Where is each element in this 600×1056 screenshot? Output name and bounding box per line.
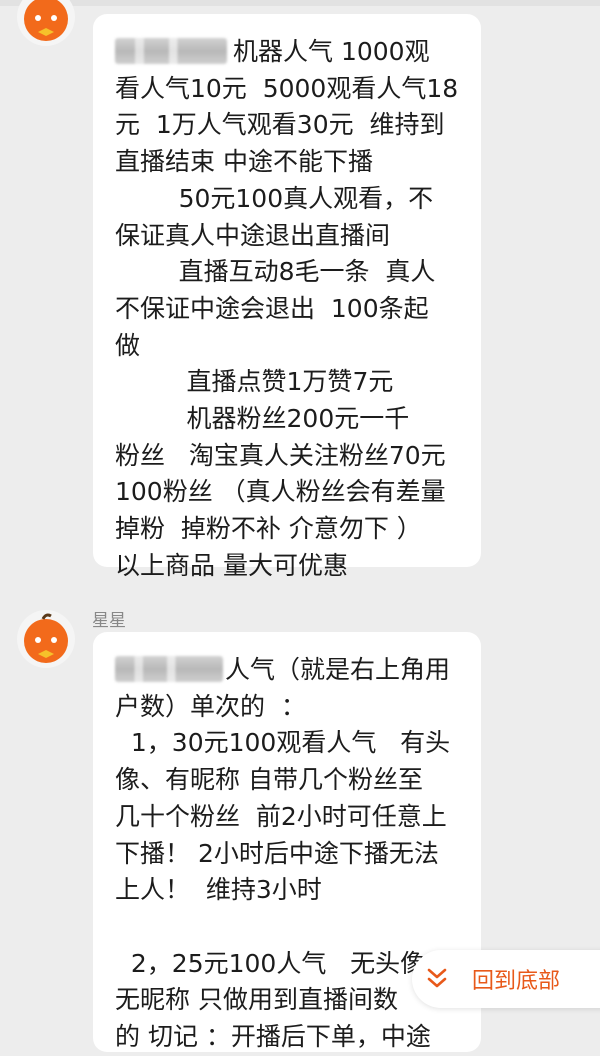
- message-line: 100粉丝 （真人粉丝会有差量: [115, 477, 446, 507]
- avatar[interactable]: [17, 610, 75, 668]
- message-line: 掉粉 掉粉不补 介意勿下 ）: [115, 514, 422, 544]
- blurred-text: [115, 38, 227, 64]
- avatar[interactable]: [17, 0, 75, 46]
- message-line: 直播点赞1万赞7元: [115, 367, 394, 397]
- message-bubble[interactable]: 机器人气 1000观 看人气10元 5000观看人气18 元 1万人气观看30元…: [93, 14, 481, 580]
- message-line: 下播！ 2小时后中途下播无法: [115, 838, 439, 868]
- message-line: 保证真人中途退出直播间: [115, 220, 391, 250]
- message-line: 粉丝 淘宝真人关注粉丝70元: [115, 440, 446, 470]
- jump-to-bottom-label: 回到底部: [472, 969, 561, 994]
- message-line: 户数）单次的 ：: [115, 691, 306, 721]
- top-divider: [0, 0, 600, 6]
- message-line: 元 1万人气观看30元 维持到: [115, 110, 445, 140]
- message-line: 2，25元100人气 无头像: [115, 948, 426, 978]
- message-line: 直播结束 中途不能下播: [115, 147, 373, 177]
- message-line: 机器人气 1000观: [233, 37, 430, 66]
- message-line: 像、有昵称 自带几个粉丝至: [115, 765, 423, 795]
- double-chevron-down-icon: [427, 968, 447, 988]
- blurred-text: [115, 656, 223, 682]
- sender-name: 星星: [92, 611, 126, 631]
- message-line: 看人气10元 5000观看人气18: [115, 73, 459, 103]
- orange-mascot-icon: [24, 613, 68, 663]
- jump-to-bottom-button[interactable]: 回到底部: [412, 950, 600, 1008]
- message-line: 直播互动8毛一条 真人: [115, 257, 436, 287]
- orange-mascot-icon: [24, 0, 68, 41]
- message-line: 机器粉丝200元一千: [115, 404, 410, 434]
- message-line: 以上商品 量大可优惠: [115, 550, 348, 580]
- message-line: 几十个粉丝 前2小时可任意上: [115, 801, 447, 831]
- message-line: 做: [115, 330, 141, 360]
- message-line: 50元100真人观看，不: [115, 183, 434, 213]
- message-line: 不保证中途会退出 100条起: [115, 293, 429, 323]
- message-line: 人气（就是右上角用: [225, 655, 451, 684]
- message-line: 1，30元100观看人气 有头: [115, 728, 451, 758]
- message-line: 无昵称 只做用到直播间数: [115, 985, 398, 1015]
- message-line: 上人！ 维持3小时: [115, 875, 322, 905]
